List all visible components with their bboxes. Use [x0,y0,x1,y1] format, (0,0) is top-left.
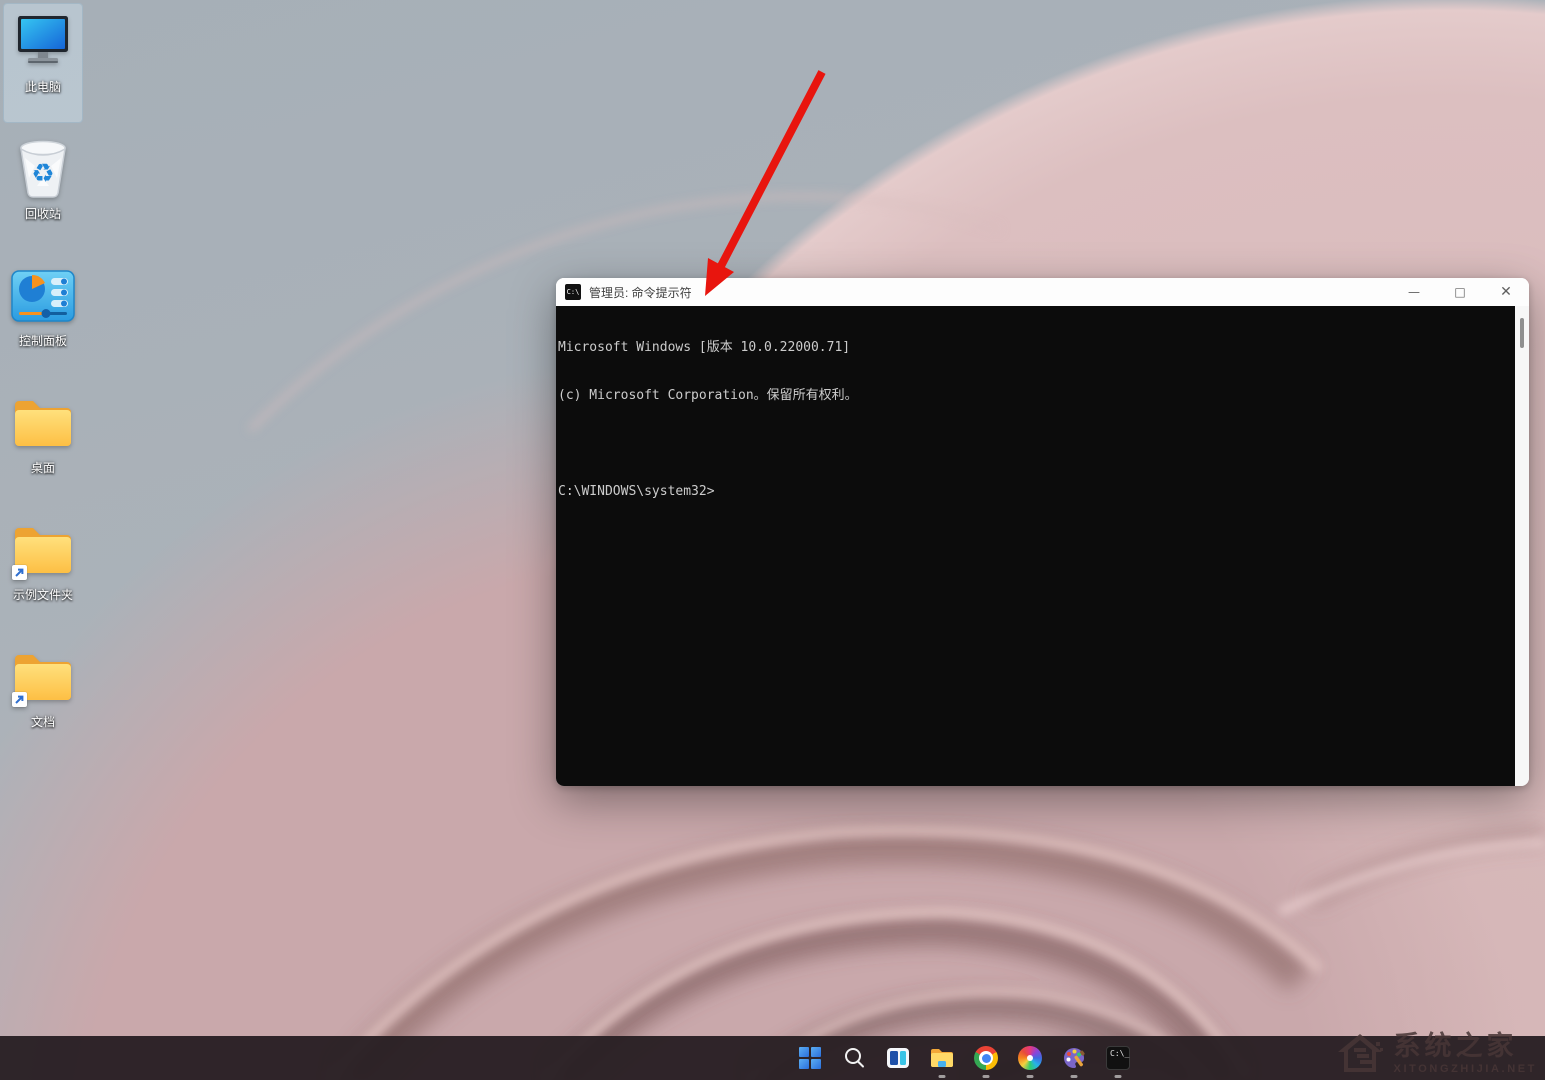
console-output[interactable]: Microsoft Windows [版本 10.0.22000.71] (c)… [556,306,1515,786]
console-line [558,436,1515,452]
taskbar-icon-row: C:\_ [788,1036,1140,1080]
folder-icon [11,391,75,455]
taskbar: C:\_ [0,1036,1545,1080]
running-indicator [1071,1075,1078,1078]
running-indicator [983,1075,990,1078]
chrome-icon [974,1046,999,1071]
folder-shortcut-icon [11,645,75,709]
running-indicator [939,1075,946,1078]
task-view-button[interactable] [876,1036,920,1080]
desktop-icon-label: 文档 [31,715,55,729]
desktop-icon-label: 回收站 [25,207,61,221]
start-button[interactable] [788,1036,832,1080]
console-prompt: C:\WINDOWS\system32> [558,484,1515,500]
desktop-icon-this-pc[interactable]: 此电脑 [4,4,82,122]
photos-pinwheel-icon [1018,1046,1043,1071]
console-line: (c) Microsoft Corporation。保留所有权利。 [558,388,1515,404]
desktop-icon-label: 桌面 [31,461,55,475]
recycle-bin-icon: ♻ [11,137,75,201]
desktop-icon-desktop-folder[interactable]: 桌面 [4,385,82,503]
task-view-icon [886,1046,911,1071]
svg-text:♻: ♻ [31,159,54,189]
control-panel-icon [11,264,75,328]
chrome-button[interactable] [964,1036,1008,1080]
close-button[interactable]: ✕ [1483,278,1529,306]
desktop-icon-label: 示例文件夹 [13,588,73,602]
desktop-icon-control-panel[interactable]: 控制面板 [4,258,82,376]
folder-shortcut-icon [11,518,75,582]
minimize-button[interactable]: — [1391,278,1437,306]
windows-start-icon [798,1046,823,1071]
file-explorer-icon [930,1046,955,1071]
photos-button[interactable] [1008,1036,1052,1080]
desktop-icon-label: 控制面板 [19,334,67,348]
desktop-icon-sample-folder[interactable]: 示例文件夹 [4,512,82,630]
search-button[interactable] [832,1036,876,1080]
desktop-icon-label: 此电脑 [25,80,61,94]
maximize-button[interactable]: □ [1437,278,1483,306]
cmd-app-icon: C:\ [565,284,581,300]
console-line: Microsoft Windows [版本 10.0.22000.71] [558,340,1515,356]
console-scrollbar[interactable] [1515,306,1529,786]
window-title: 管理员: 命令提示符 [589,284,692,301]
desktop-icon-documents-folder[interactable]: 文档 [4,639,82,757]
shortcut-arrow-icon [12,565,27,580]
file-explorer-button[interactable] [920,1036,964,1080]
command-prompt-window: C:\ 管理员: 命令提示符 — □ ✕ Microsoft Windows [… [556,278,1529,786]
desktop-icon-recycle-bin[interactable]: ♻ 回收站 [4,131,82,249]
desktop-icon-column: 此电脑 ♻ 回收站 [4,4,82,766]
shortcut-arrow-icon [12,692,27,707]
search-icon [842,1046,867,1071]
running-indicator [1027,1075,1034,1078]
scrollbar-thumb[interactable] [1520,318,1524,348]
command-prompt-icon: C:\_ [1106,1046,1131,1071]
window-titlebar[interactable]: C:\ 管理员: 命令提示符 — □ ✕ [556,278,1529,306]
paint-button[interactable] [1052,1036,1096,1080]
paint-icon [1062,1046,1087,1071]
this-pc-icon [11,10,75,74]
command-prompt-taskbar-button[interactable]: C:\_ [1096,1036,1140,1080]
running-indicator [1115,1075,1122,1078]
